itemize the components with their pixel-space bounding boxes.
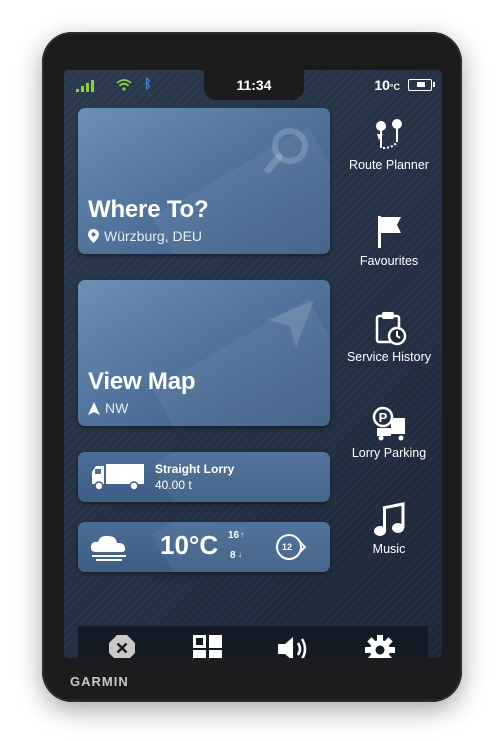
wind-dial-icon — [276, 534, 306, 560]
signal-bars-icon — [76, 80, 94, 92]
battery-icon — [408, 79, 435, 91]
route-planner-label: Route Planner — [349, 158, 429, 172]
weather-low: 8 — [230, 550, 236, 561]
current-location: Würzburg, DEU — [88, 228, 202, 244]
weather-temperature: 10°C — [160, 530, 219, 560]
status-notch: 11:34 — [204, 70, 304, 100]
heading-arrow-icon — [88, 401, 100, 415]
lorry-parking-label: Lorry Parking — [351, 446, 427, 460]
screen: ᛒ 11:34 10°C Where To? Würzburg, DEU Vie… — [64, 70, 442, 658]
where-to-tile[interactable]: Where To? Würzburg, DEU — [78, 108, 330, 254]
low-arrow-icon: ↓ — [238, 550, 242, 559]
wind-speed: 12 — [282, 542, 293, 552]
navigation-arrow-icon — [268, 300, 314, 348]
view-map-tile[interactable]: View Map NW — [78, 280, 330, 426]
high-arrow-icon: ↑ — [240, 530, 244, 539]
status-temperature-value: 10 — [374, 77, 390, 93]
search-icon — [264, 128, 308, 174]
weather-high: 16 — [228, 530, 240, 541]
vehicle-profile-tile[interactable]: Straight Lorry 40.00 t — [78, 452, 330, 502]
status-temperature-unit: °C — [389, 82, 400, 92]
status-bar: ᛒ 11:34 10°C — [64, 70, 442, 100]
service-history-label: Service History — [346, 350, 432, 364]
truck-icon — [92, 464, 144, 491]
volume-icon[interactable] — [276, 634, 312, 658]
weather-cloud-icon — [90, 535, 126, 561]
flag-icon — [378, 216, 401, 248]
service-history-icon — [375, 312, 407, 346]
favourites-label: Favourites — [359, 254, 419, 268]
service-history-button[interactable]: Service History — [336, 310, 442, 364]
stop-close-icon[interactable] — [108, 634, 136, 658]
brand-logo: GARMIN — [70, 674, 129, 689]
favourites-button[interactable]: Favourites — [336, 214, 442, 268]
heading-text: NW — [105, 400, 129, 416]
music-label: Music — [372, 542, 406, 556]
vehicle-weight: 40.00 t — [155, 478, 192, 492]
music-button[interactable]: Music — [336, 502, 442, 556]
where-to-title: Where To? — [88, 196, 209, 223]
location-text: Würzburg, DEU — [104, 228, 203, 244]
clock: 11:34 — [236, 77, 272, 93]
location-pin-icon — [88, 229, 99, 243]
vehicle-name: Straight Lorry — [155, 462, 235, 476]
svg-text:P: P — [379, 410, 388, 425]
view-map-title: View Map — [88, 368, 196, 395]
heading-indicator: NW — [88, 400, 128, 416]
settings-gear-icon[interactable] — [364, 634, 396, 658]
wifi-icon — [116, 79, 132, 91]
bottom-bar — [78, 626, 428, 658]
weather-tile[interactable]: 10°C 16 ↑ 8 ↓ 12 — [78, 522, 330, 572]
route-planner-icon — [376, 119, 402, 149]
route-planner-button[interactable]: Route Planner — [336, 118, 442, 172]
bluetooth-icon: ᛒ — [144, 76, 152, 91]
status-temperature: 10°C — [374, 77, 400, 93]
apps-grid-icon[interactable] — [192, 634, 224, 658]
lorry-parking-button[interactable]: P Lorry Parking — [336, 406, 442, 460]
device-frame: ᛒ 11:34 10°C Where To? Würzburg, DEU Vie… — [42, 32, 462, 702]
music-note-icon — [374, 502, 405, 536]
lorry-parking-icon: P — [372, 406, 405, 441]
